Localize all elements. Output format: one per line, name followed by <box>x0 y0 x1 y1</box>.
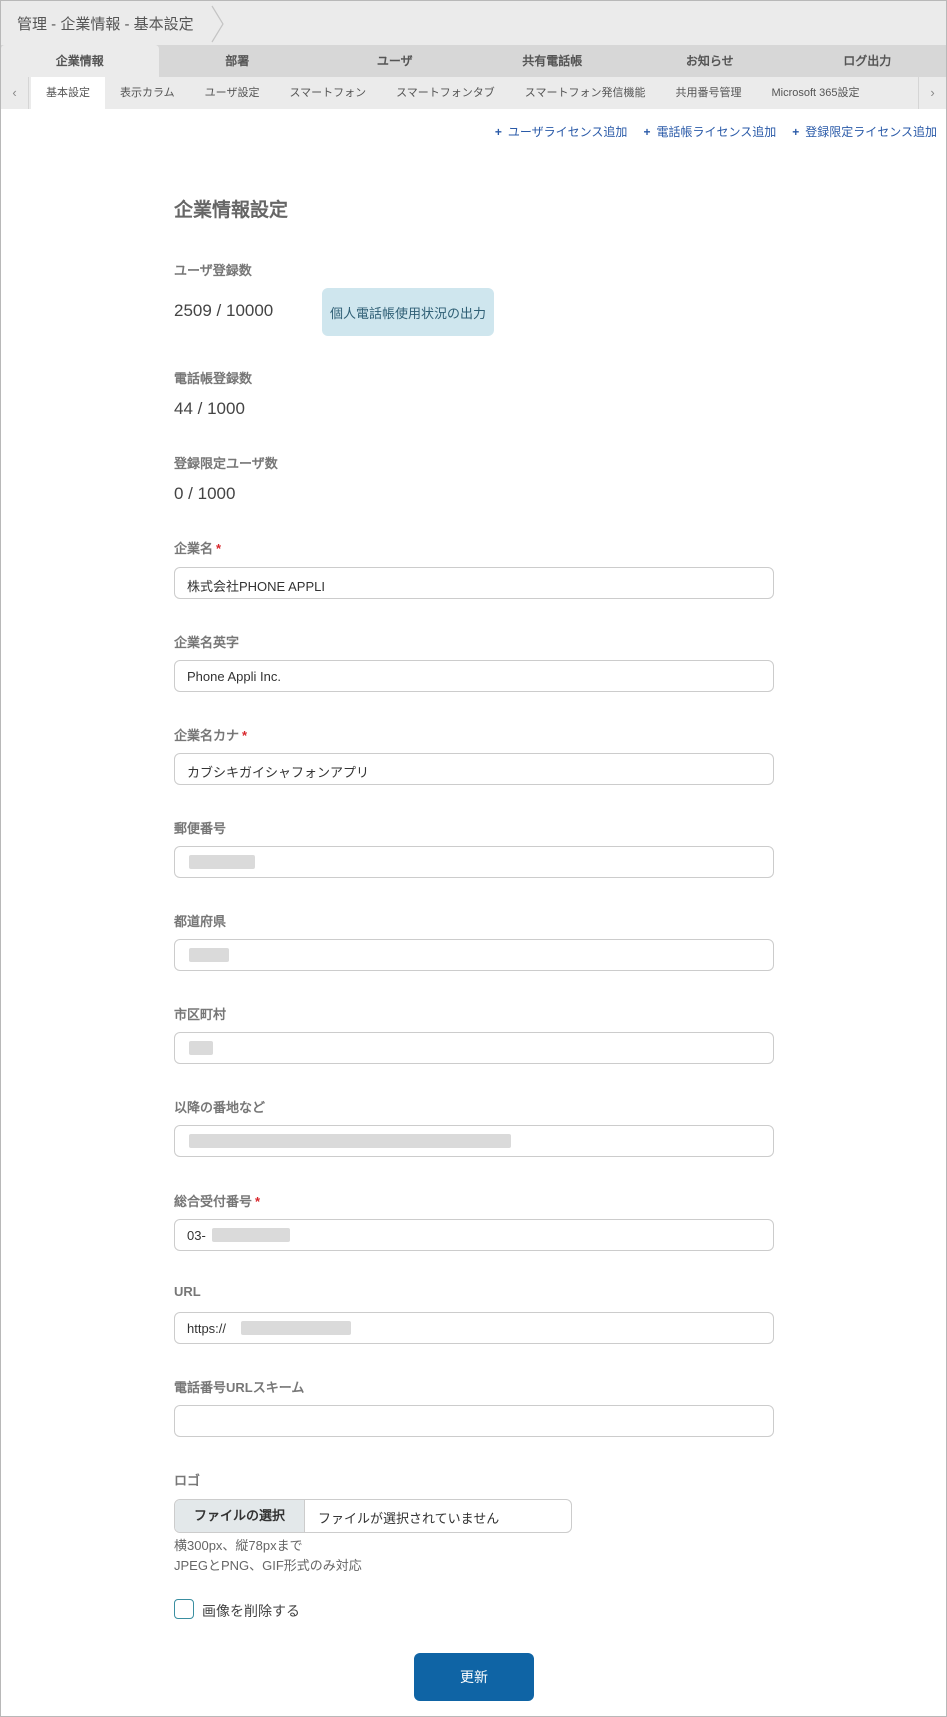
logo-label: ロゴ <box>174 1473 201 1488</box>
redacted-value <box>189 948 229 962</box>
redacted-value <box>189 1134 511 1148</box>
export-phonebook-usage-button[interactable]: 個人電話帳使用状況の出力 <box>322 288 494 336</box>
redacted-value <box>241 1321 351 1335</box>
add-user-license-label: ユーザライセンス追加 <box>507 125 628 139</box>
subtab-smartphone-calling[interactable]: スマートフォン発信機能 <box>510 77 661 109</box>
breadcrumb-bar: 管理 - 企業情報 - 基本設定 <box>1 1 946 45</box>
subtab-display-columns[interactable]: 表示カラム <box>105 77 190 109</box>
choose-file-button[interactable]: ファイルの選択 <box>175 1500 305 1532</box>
subtab-shared-numbers[interactable]: 共用番号管理 <box>660 77 756 109</box>
city-input[interactable] <box>174 1032 774 1064</box>
postal-code-label: 郵便番号 <box>174 821 227 836</box>
sub-tabs: ‹ 基本設定 表示カラム ユーザ設定 スマートフォン スマートフォンタブ スマートフォン発… <box>1 77 946 109</box>
tab-shared-phonebook[interactable]: 共有電話帳 <box>474 45 632 77</box>
subtab-microsoft365[interactable]: Microsoft 365設定 <box>756 77 874 109</box>
add-limited-license-label: 登録限定ライセンス追加 <box>805 125 937 139</box>
user-count-label: ユーザ登録数 <box>174 263 252 278</box>
add-limited-license-link[interactable]: + 登録限定ライセンス追加 <box>792 123 937 140</box>
subtab-smartphone-tab[interactable]: スマートフォンタブ <box>381 77 510 109</box>
main-number-input[interactable]: 03- <box>174 1219 774 1251</box>
phonebook-count-label: 電話帳登録数 <box>174 371 253 386</box>
phonebook-count-value: 44 / 1000 <box>174 399 245 418</box>
app-window: 管理 - 企業情報 - 基本設定 企業情報 部署 ユーザ 共有電話帳 お知らせ … <box>0 0 947 1717</box>
delete-image-label[interactable]: 画像を削除する <box>202 1601 300 1621</box>
tab-company-info[interactable]: 企業情報 <box>1 45 159 77</box>
breadcrumb-chevron-icon <box>211 5 224 43</box>
logo-file-input[interactable]: ファイルの選択 ファイルが選択されていません <box>174 1499 572 1533</box>
add-phonebook-license-label: 電話帳ライセンス追加 <box>656 125 777 139</box>
company-name-kana-value: カブシキガイシャフォンアプリ <box>187 765 370 780</box>
breadcrumb: 管理 - 企業情報 - 基本設定 <box>17 16 194 33</box>
city-label: 市区町村 <box>174 1007 227 1022</box>
delete-image-checkbox[interactable] <box>174 1599 194 1619</box>
limited-user-count-label: 登録限定ユーザ数 <box>174 456 278 471</box>
required-mark: * <box>216 541 222 556</box>
tab-log-export[interactable]: ログ出力 <box>789 45 947 77</box>
main-tabs: 企業情報 部署 ユーザ 共有電話帳 お知らせ ログ出力 <box>1 45 946 77</box>
postal-code-input[interactable] <box>174 846 774 878</box>
tab-departments[interactable]: 部署 <box>159 45 317 77</box>
plus-icon: + <box>494 125 502 139</box>
url-value: https:// <box>187 1321 227 1336</box>
sub-tab-list: 基本設定 表示カラム ユーザ設定 スマートフォン スマートフォンタブ スマートフォン発信機… <box>31 77 917 109</box>
chevron-right-icon[interactable]: › <box>918 77 946 109</box>
tab-users[interactable]: ユーザ <box>316 45 474 77</box>
redacted-value <box>189 1041 213 1055</box>
logo-format-hint: JPEGとPNG、GIF形式のみ対応 <box>174 1558 362 1573</box>
license-links: + ユーザライセンス追加 + 電話帳ライセンス追加 + 登録限定ライセンス追加 <box>495 123 937 140</box>
plus-icon: + <box>792 125 800 139</box>
subtab-user-settings[interactable]: ユーザ設定 <box>190 77 275 109</box>
company-name-input[interactable]: 株式会社PHONE APPLI <box>174 567 774 599</box>
add-phonebook-license-link[interactable]: + 電話帳ライセンス追加 <box>643 123 776 140</box>
main-number-label-text: 総合受付番号 <box>174 1194 253 1209</box>
url-scheme-input[interactable] <box>174 1405 774 1437</box>
chevron-left-icon[interactable]: ‹ <box>1 77 29 109</box>
required-mark: * <box>255 1194 261 1209</box>
company-name-label: 企業名 * <box>174 538 221 557</box>
company-name-label-text: 企業名 <box>174 541 214 556</box>
redacted-value <box>189 855 255 869</box>
main-number-value: 03- <box>187 1228 206 1243</box>
add-user-license-link[interactable]: + ユーザライセンス追加 <box>495 123 628 140</box>
required-mark: * <box>242 728 248 743</box>
company-name-en-value: Phone Appli Inc. <box>187 669 281 684</box>
prefecture-input[interactable] <box>174 939 774 971</box>
tab-notices[interactable]: お知らせ <box>631 45 789 77</box>
logo-size-hint: 横300px、縦78pxまで <box>174 1538 303 1553</box>
company-name-kana-input[interactable]: カブシキガイシャフォンアプリ <box>174 753 774 785</box>
update-button[interactable]: 更新 <box>414 1653 534 1701</box>
prefecture-label: 都道府県 <box>174 914 227 929</box>
address-label: 以降の番地など <box>174 1100 266 1115</box>
url-label: URL <box>174 1284 201 1299</box>
company-name-kana-label-text: 企業名カナ <box>174 728 240 743</box>
company-name-kana-label: 企業名カナ * <box>174 725 247 744</box>
file-status: ファイルが選択されていません <box>318 1511 500 1526</box>
url-scheme-label: 電話番号URLスキーム <box>174 1380 305 1395</box>
address-input[interactable] <box>174 1125 774 1157</box>
main-number-label: 総合受付番号 * <box>174 1191 260 1210</box>
company-name-en-label: 企業名英字 <box>174 635 240 650</box>
limited-user-count-value: 0 / 1000 <box>174 484 236 503</box>
page-title: 企業情報設定 <box>174 200 289 221</box>
company-name-value: 株式会社PHONE APPLI <box>187 579 325 594</box>
company-name-en-input[interactable]: Phone Appli Inc. <box>174 660 774 692</box>
user-count-value: 2509 / 10000 <box>174 301 274 320</box>
subtab-smartphone[interactable]: スマートフォン <box>274 77 381 109</box>
redacted-value <box>212 1228 290 1242</box>
plus-icon: + <box>643 125 651 139</box>
url-input[interactable]: https:// <box>174 1312 774 1344</box>
subtab-basic-settings[interactable]: 基本設定 <box>31 77 105 109</box>
